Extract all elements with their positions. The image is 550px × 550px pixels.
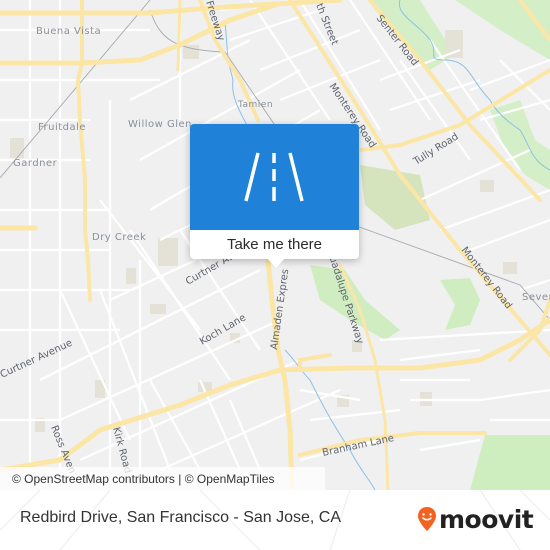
location-title: Redbird Drive, San Francisco - San Jose,… (20, 509, 342, 526)
label-buena-vista: Buena Vista (36, 26, 101, 37)
popup-pointer (267, 258, 285, 268)
map-view[interactable]: Buena Vista Fruitdale Willow Glen Gardne… (0, 0, 550, 490)
label-fruitdale: Fruitdale (38, 122, 86, 133)
label-curtner-avenue: Curtner Avenue (0, 338, 74, 381)
road-icon (244, 152, 304, 202)
moovit-logo[interactable]: moovit (417, 504, 534, 534)
label-seven-trees: Seven (522, 292, 550, 303)
directions-popup: Take me there (190, 124, 359, 268)
label-willow-glen: Willow Glen (128, 119, 192, 130)
moovit-pin-icon (418, 507, 436, 531)
take-me-there-button[interactable]: Take me there (190, 230, 359, 259)
footer-bar: Redbird Drive, San Francisco - San Jose,… (0, 490, 550, 550)
map-attribution[interactable]: © OpenStreetMap contributors | © OpenMap… (0, 467, 325, 490)
label-branham-lane: Branham Lane (321, 433, 395, 459)
popup-header (190, 124, 359, 230)
label-tamien: Tamien (237, 100, 273, 110)
label-dry-creek: Dry Creek (92, 232, 146, 243)
label-gardner: Gardner (13, 158, 58, 169)
label-koch-lane: Koch Lane (198, 312, 248, 347)
moovit-wordmark: moovit (439, 504, 534, 534)
